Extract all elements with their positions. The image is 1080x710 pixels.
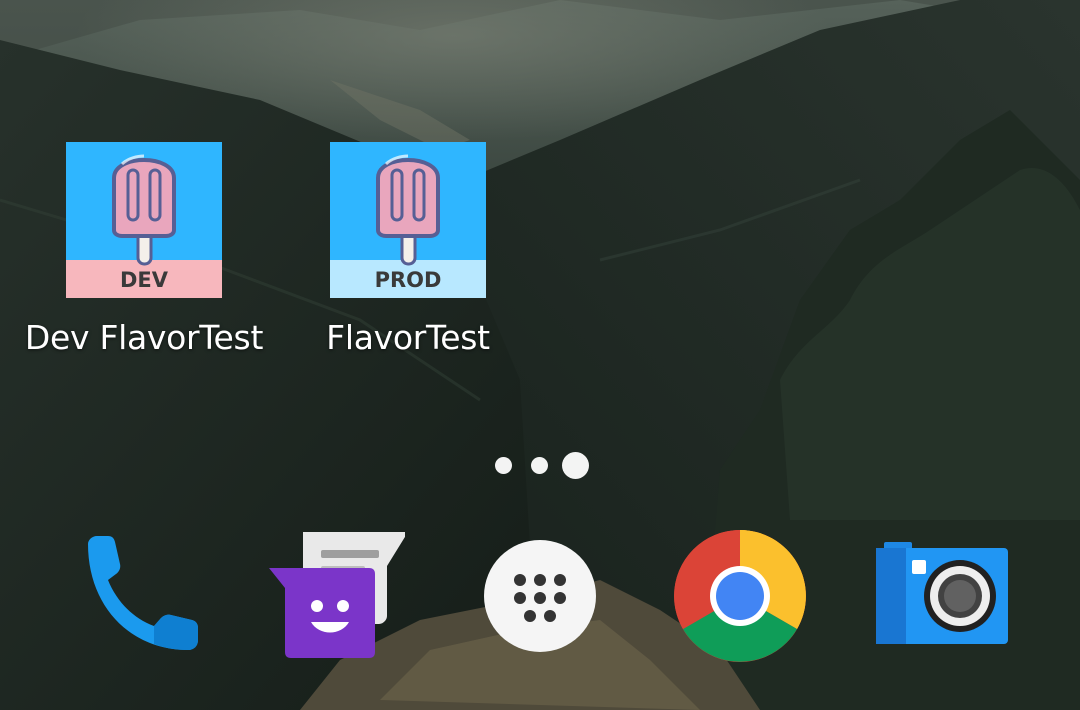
dock-messages-button[interactable]	[265, 528, 405, 668]
app-label-flavortest: FlavorTest	[326, 318, 490, 357]
phone-icon	[88, 536, 198, 650]
chrome-icon	[674, 530, 806, 662]
page-dot-2[interactable]	[531, 457, 548, 474]
app-drawer-icon	[484, 540, 596, 652]
prod-banner-text: PROD	[375, 268, 442, 292]
popsicle-prod-icon: PROD	[330, 142, 486, 298]
page-dot-3-current[interactable]	[562, 452, 589, 479]
home-screen: DEV Dev FlavorTest PROD FlavorTest	[0, 0, 1080, 710]
dock-chrome-button[interactable]	[670, 528, 810, 668]
camera-icon	[876, 542, 1008, 644]
dock-phone-button[interactable]	[70, 528, 210, 668]
app-shortcut-dev-flavortest[interactable]: DEV Dev FlavorTest	[9, 142, 279, 382]
app-label-dev-flavortest: Dev FlavorTest	[24, 318, 264, 357]
popsicle-dev-icon: DEV	[66, 142, 222, 298]
page-indicator	[0, 450, 1080, 480]
messages-icon	[269, 532, 405, 658]
dock-camera-button[interactable]	[870, 528, 1010, 668]
dock-app-drawer-button[interactable]	[470, 528, 610, 668]
app-shortcut-flavortest[interactable]: PROD FlavorTest	[273, 142, 543, 382]
dev-banner-text: DEV	[120, 268, 169, 292]
page-dot-1[interactable]	[495, 457, 512, 474]
